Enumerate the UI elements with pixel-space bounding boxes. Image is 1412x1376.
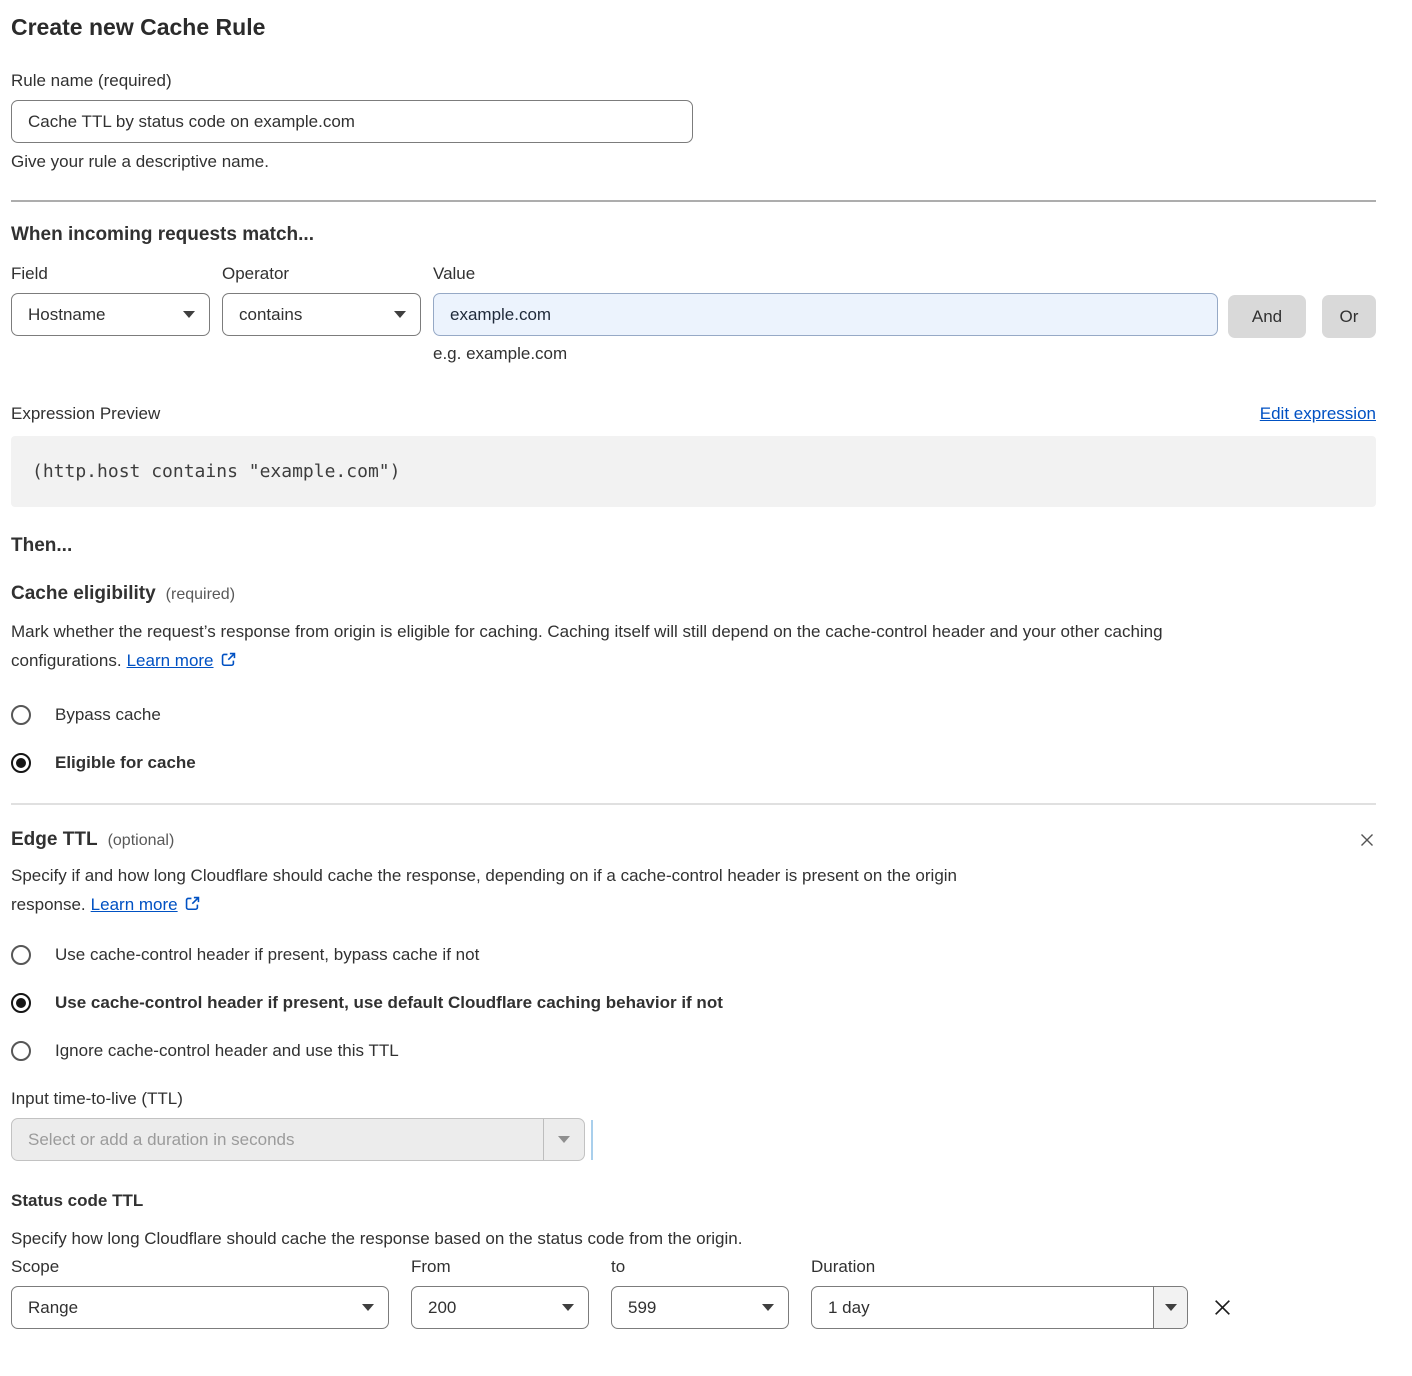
radio-checked-icon[interactable]	[11, 993, 31, 1013]
external-link-icon	[184, 895, 201, 912]
radio-label: Bypass cache	[55, 705, 161, 725]
field-select[interactable]: Hostname	[11, 293, 210, 336]
value-input[interactable]	[433, 293, 1218, 336]
chevron-down-icon	[762, 1304, 774, 1311]
chevron-down-icon	[562, 1304, 574, 1311]
bypass-cache-option[interactable]: Bypass cache	[11, 705, 1376, 725]
edge-ttl-option-ignore[interactable]: Ignore cache-control header and use this…	[11, 1041, 1376, 1061]
duration-select[interactable]: 1 day	[811, 1286, 1188, 1329]
cache-eligibility-required-tag: (required)	[166, 586, 235, 604]
to-select[interactable]: 599	[611, 1286, 789, 1329]
rule-name-input[interactable]	[11, 100, 693, 143]
learn-more-link[interactable]: Learn more	[91, 895, 201, 914]
status-code-ttl-description: Specify how long Cloudflare should cache…	[11, 1229, 1376, 1249]
chevron-down-icon	[394, 311, 406, 318]
edge-ttl-title: Edge TTL	[11, 829, 98, 851]
from-select-value: 200	[428, 1298, 456, 1318]
value-hint: e.g. example.com	[433, 344, 1218, 364]
from-select[interactable]: 200	[411, 1286, 589, 1329]
scope-select-value: Range	[28, 1298, 78, 1318]
chevron-down-icon	[558, 1136, 570, 1143]
match-heading: When incoming requests match...	[11, 224, 1376, 246]
rule-name-label: Rule name (required)	[11, 71, 1376, 91]
vertical-divider	[591, 1120, 593, 1160]
and-button[interactable]: And	[1228, 295, 1306, 338]
edge-ttl-option-default[interactable]: Use cache-control header if present, use…	[11, 993, 1376, 1013]
edge-ttl-optional-tag: (optional)	[108, 832, 175, 850]
operator-select[interactable]: contains	[222, 293, 421, 336]
radio-label: Eligible for cache	[55, 753, 196, 773]
duration-select-value: 1 day	[812, 1287, 1153, 1328]
divider	[11, 803, 1376, 805]
radio-label: Use cache-control header if present, use…	[55, 993, 723, 1013]
learn-more-link[interactable]: Learn more	[127, 651, 237, 670]
then-heading: Then...	[11, 535, 1376, 557]
chevron-down-icon	[183, 311, 195, 318]
edge-ttl-option-bypass[interactable]: Use cache-control header if present, byp…	[11, 945, 1376, 965]
external-link-icon	[220, 651, 237, 668]
ttl-input-label: Input time-to-live (TTL)	[11, 1089, 1376, 1109]
ttl-duration-select: Select or add a duration in seconds	[11, 1118, 585, 1161]
chevron-down-icon	[362, 1304, 374, 1311]
page-title: Create new Cache Rule	[11, 14, 1376, 41]
chevron-down-icon	[1165, 1304, 1177, 1311]
cache-eligibility-description: Mark whether the request’s response from…	[11, 617, 1376, 675]
scope-label: Scope	[11, 1257, 389, 1277]
rule-name-help: Give your rule a descriptive name.	[11, 152, 1376, 172]
status-code-ttl-title: Status code TTL	[11, 1191, 1376, 1211]
cache-eligibility-title: Cache eligibility	[11, 583, 156, 605]
divider	[11, 200, 1376, 202]
radio-unchecked-icon[interactable]	[11, 1041, 31, 1061]
radio-label: Use cache-control header if present, byp…	[55, 945, 479, 965]
expression-preview-code: (http.host contains "example.com")	[11, 436, 1376, 507]
duration-label: Duration	[811, 1257, 1188, 1277]
operator-select-value: contains	[239, 305, 302, 325]
edit-expression-link[interactable]: Edit expression	[1260, 404, 1376, 424]
delete-icon[interactable]	[1212, 1297, 1233, 1318]
match-condition-row: Field Hostname Operator contains Value e…	[11, 264, 1376, 364]
field-label: Field	[11, 264, 210, 284]
dropdown-button[interactable]	[543, 1119, 584, 1160]
close-icon[interactable]	[1358, 831, 1376, 849]
or-button[interactable]: Or	[1322, 295, 1376, 338]
radio-unchecked-icon[interactable]	[11, 945, 31, 965]
radio-label: Ignore cache-control header and use this…	[55, 1041, 399, 1061]
edge-ttl-description: Specify if and how long Cloudflare shoul…	[11, 861, 1121, 919]
eligible-for-cache-option[interactable]: Eligible for cache	[11, 753, 1376, 773]
radio-checked-icon[interactable]	[11, 753, 31, 773]
to-label: to	[611, 1257, 789, 1277]
radio-unchecked-icon[interactable]	[11, 705, 31, 725]
operator-label: Operator	[222, 264, 421, 284]
ttl-duration-placeholder: Select or add a duration in seconds	[12, 1119, 543, 1160]
to-select-value: 599	[628, 1298, 656, 1318]
field-select-value: Hostname	[28, 305, 105, 325]
scope-select[interactable]: Range	[11, 1286, 389, 1329]
create-cache-rule-form: Create new Cache Rule Rule name (require…	[0, 0, 1412, 1329]
status-code-ttl-row: Scope Range From 200 to 599 Duration 1 d…	[11, 1257, 1376, 1329]
from-label: From	[411, 1257, 589, 1277]
dropdown-button[interactable]	[1153, 1287, 1187, 1328]
expression-preview-label: Expression Preview	[11, 404, 160, 424]
value-label: Value	[433, 264, 1218, 284]
